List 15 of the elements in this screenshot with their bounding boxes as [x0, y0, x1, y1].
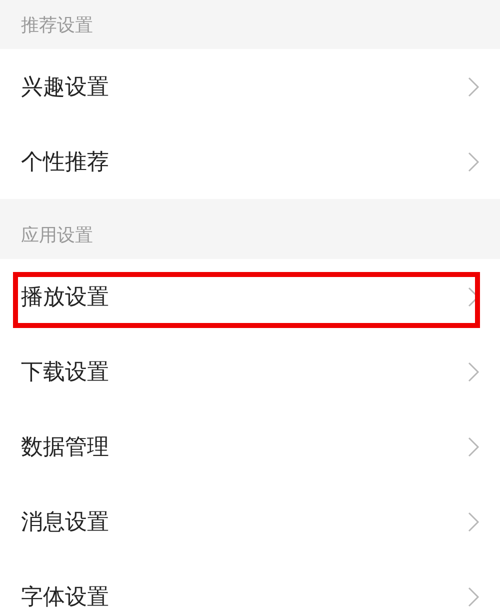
section-title: 推荐设置	[21, 14, 93, 36]
chevron-right-icon	[468, 436, 480, 456]
item-label: 个性推荐	[21, 148, 109, 174]
item-label: 消息设置	[21, 508, 109, 534]
item-label: 数据管理	[21, 434, 109, 460]
item-label: 下载设置	[21, 358, 109, 384]
item-label: 播放设置	[21, 284, 109, 310]
chevron-right-icon	[468, 586, 480, 606]
chevron-right-icon	[468, 152, 480, 172]
item-label: 兴趣设置	[21, 74, 109, 100]
section-title: 应用设置	[21, 224, 93, 246]
chevron-right-icon	[468, 76, 480, 96]
chevron-right-icon	[468, 512, 480, 532]
item-label: 字体设置	[21, 584, 109, 610]
chevron-right-icon	[468, 362, 480, 382]
